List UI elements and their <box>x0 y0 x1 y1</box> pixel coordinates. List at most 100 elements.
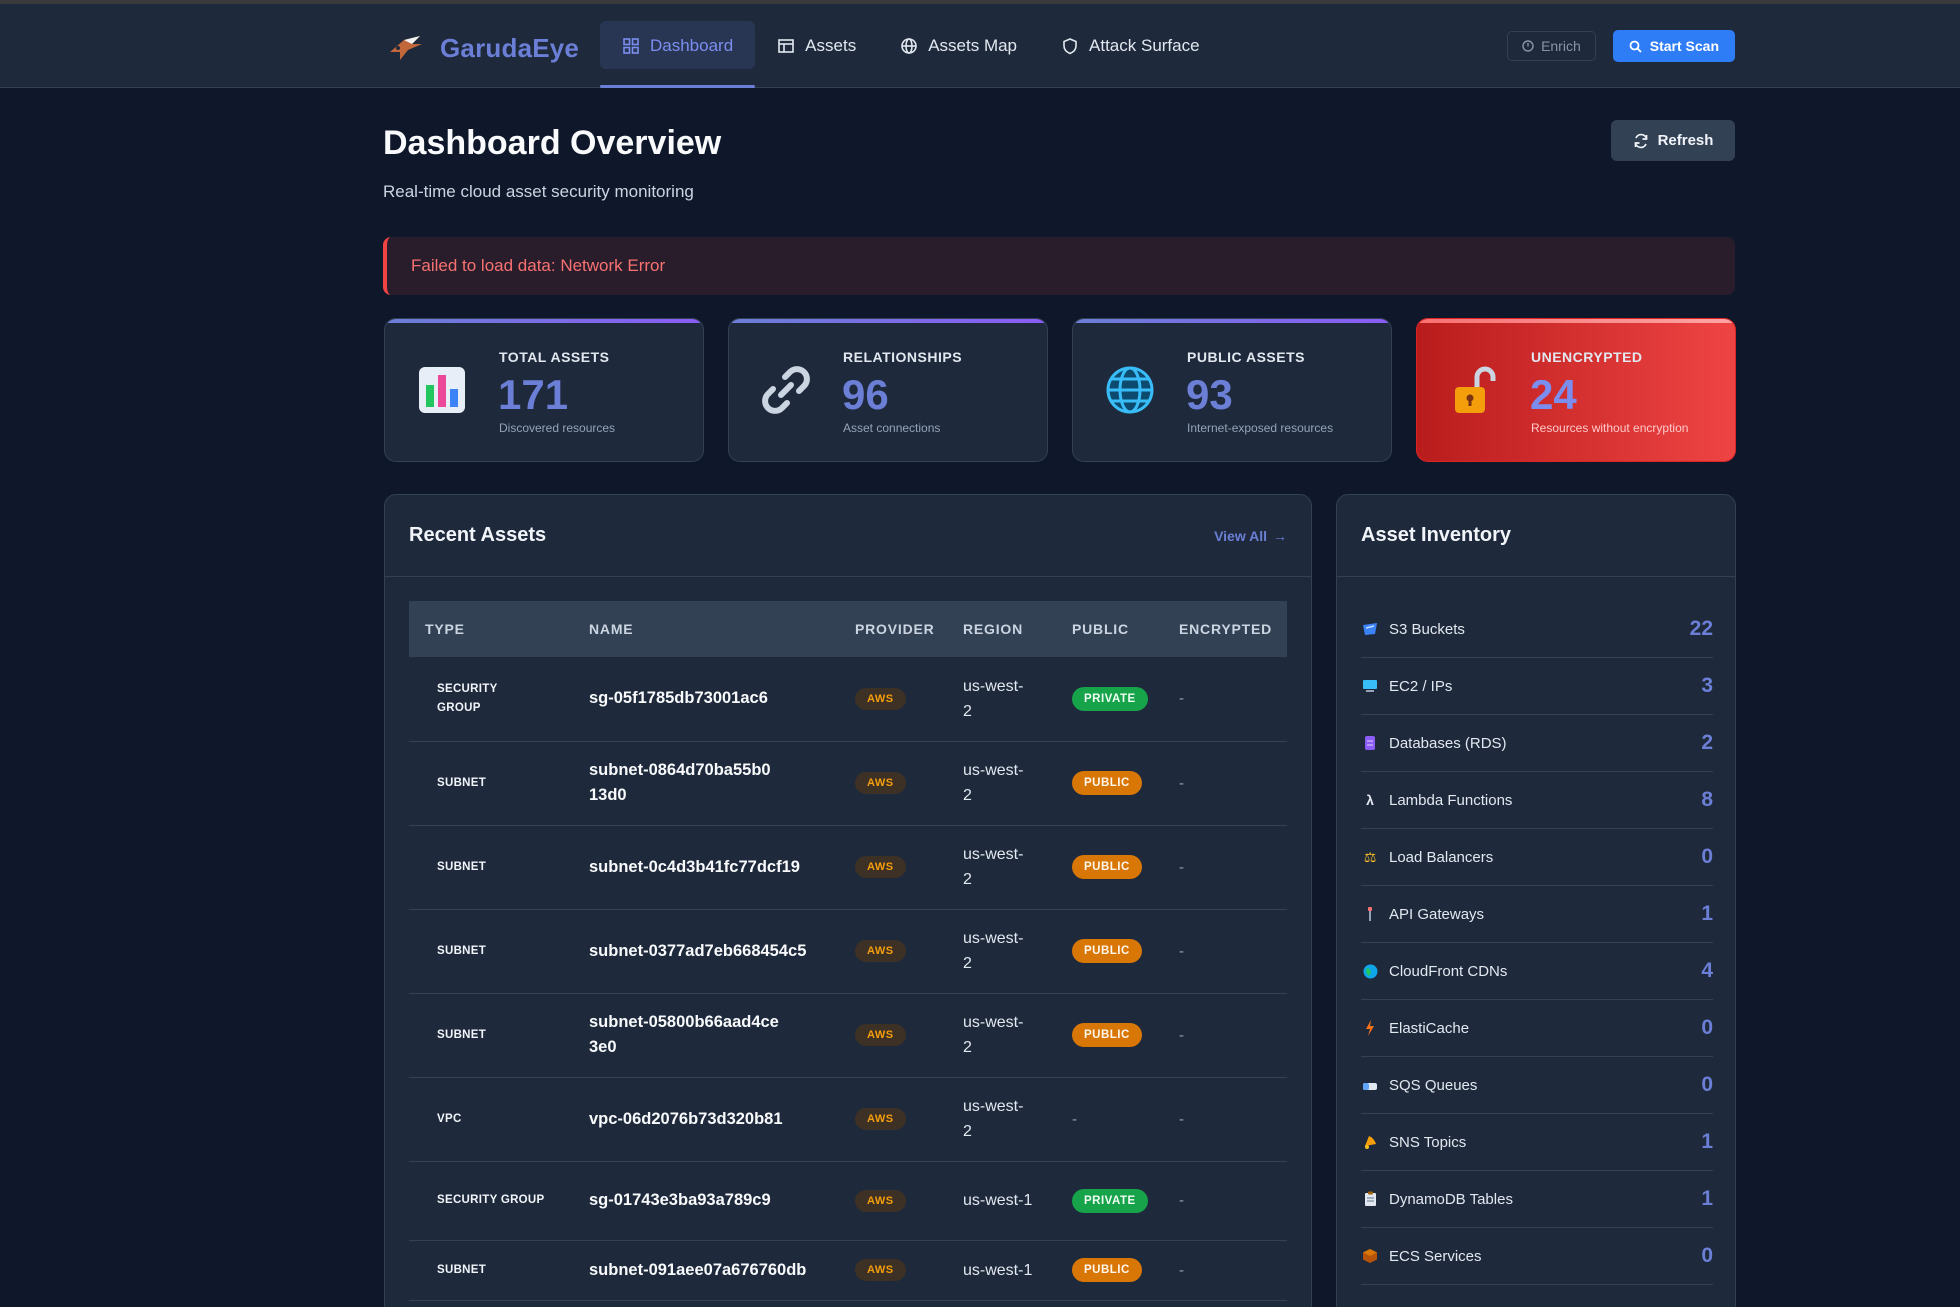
cell-public: PUBLIC <box>1056 825 1163 910</box>
visibility-badge: PUBLIC <box>1072 855 1142 879</box>
inventory-item-cloudfront[interactable]: CloudFront CDNs 4 <box>1361 943 1713 1000</box>
nav-tab-assets[interactable]: Assets <box>755 4 878 88</box>
page-title: Dashboard Overview <box>383 124 722 162</box>
provider-badge: AWS <box>855 1259 906 1281</box>
column-header-type[interactable]: TYPE <box>409 601 573 657</box>
cell-type: SECURITY GROUP <box>409 1161 573 1241</box>
cell-region: us-west-2 <box>947 741 1056 826</box>
cell-public: PUBLIC <box>1056 741 1163 826</box>
inventory-label: Lambda Functions <box>1389 791 1513 809</box>
nav-tab-dashboard[interactable]: Dashboard <box>600 4 756 88</box>
inventory-item-databases[interactable]: Databases (RDS) 2 <box>1361 715 1713 772</box>
cell-public: PUBLIC <box>1056 1240 1163 1301</box>
recent-assets-panel: Recent Assets View All → TYPE NAME PROVI… <box>384 494 1312 1307</box>
start-scan-button[interactable]: Start Scan <box>1612 30 1735 62</box>
nav-tab-assets-map[interactable]: Assets Map <box>878 4 1039 88</box>
nav-tab-label: Attack Surface <box>1089 36 1200 55</box>
refresh-button[interactable]: Refresh <box>1611 120 1735 161</box>
table-row[interactable]: SECURITY GROUP sg-05f1785db73001ac6 AWS … <box>409 657 1287 742</box>
search-icon <box>1629 40 1642 53</box>
inventory-label: API Gateways <box>1389 905 1485 923</box>
provider-badge: AWS <box>855 772 906 794</box>
view-all-link[interactable]: View All → <box>1214 528 1287 544</box>
stat-card-public-assets: PUBLIC ASSETS 93 Internet-exposed resour… <box>1072 318 1392 462</box>
lambda-icon: λ <box>1366 792 1374 808</box>
inventory-item-ec2[interactable]: EC2 / IPs 3 <box>1361 658 1713 715</box>
stat-card-unencrypted: UNENCRYPTED 24 Resources without encrypt… <box>1416 318 1736 462</box>
recent-assets-table: TYPE NAME PROVIDER REGION PUBLIC ENCRYPT… <box>409 601 1287 1301</box>
stat-label: TOTAL ASSETS <box>499 349 610 365</box>
bell-icon <box>1361 1133 1379 1151</box>
column-header-name[interactable]: NAME <box>573 601 839 657</box>
table-row[interactable]: SUBNET subnet-0377ad7eb668454c5 AWS us-w… <box>409 909 1287 994</box>
stat-value: 171 <box>498 371 569 418</box>
table-row[interactable]: SUBNET subnet-091aee07a676760db AWS us-w… <box>409 1240 1287 1301</box>
cell-encrypted: - <box>1163 909 1287 994</box>
navbar-actions: Enrich Start Scan <box>1507 30 1735 62</box>
cell-name: subnet-0864d70ba55b013d0 <box>573 741 839 826</box>
enrich-button[interactable]: Enrich <box>1507 31 1596 61</box>
inventory-count: 4 <box>1701 959 1713 982</box>
cell-encrypted: - <box>1163 1161 1287 1241</box>
inventory-item-ecs[interactable]: ECS Services 0 <box>1361 1228 1713 1285</box>
stat-value: 24 <box>1530 371 1577 418</box>
globe-icon <box>901 38 918 54</box>
inventory-label: Load Balancers <box>1389 848 1494 866</box>
table-row[interactable]: SUBNET subnet-05800b66aad4ce3e0 AWS us-w… <box>409 993 1287 1078</box>
inventory-item-elasticache[interactable]: ElastiCache 0 <box>1361 1000 1713 1057</box>
inventory-label: Databases (RDS) <box>1389 734 1507 752</box>
column-header-public[interactable]: PUBLIC <box>1056 601 1163 657</box>
cell-region: us-west-2 <box>947 825 1056 910</box>
table-row[interactable]: SUBNET subnet-0c4d3b41fc77dcf19 AWS us-w… <box>409 825 1287 910</box>
panel-title: Recent Assets <box>409 524 547 546</box>
table-row[interactable]: VPC vpc-06d2076b73d320b81 AWS us-west-2 … <box>409 1077 1287 1162</box>
column-header-region[interactable]: REGION <box>947 601 1056 657</box>
panel-header: Recent Assets View All → <box>385 495 1311 577</box>
cell-type: SECURITY GROUP <box>409 657 573 742</box>
inventory-item-s3-buckets[interactable]: S3 Buckets 22 <box>1361 601 1713 658</box>
inventory-item-sqs[interactable]: SQS Queues 0 <box>1361 1057 1713 1114</box>
bar-chart-icon <box>419 367 465 413</box>
cell-name: sg-01743e3ba93a789c9 <box>573 1161 839 1241</box>
stat-description: Internet-exposed resources <box>1187 421 1334 435</box>
stat-card-relationships: RELATIONSHIPS 96 Asset connections <box>728 318 1048 462</box>
nav-tab-label: Assets <box>805 36 857 55</box>
inventory-label: S3 Buckets <box>1389 620 1465 638</box>
cell-region: us-west-2 <box>947 657 1056 742</box>
mailbox-icon <box>1361 1076 1379 1094</box>
inventory-label: SQS Queues <box>1389 1076 1478 1094</box>
inventory-item-dynamodb[interactable]: DynamoDB Tables 1 <box>1361 1171 1713 1228</box>
inventory-item-sns[interactable]: SNS Topics 1 <box>1361 1114 1713 1171</box>
inventory-item-api-gateways[interactable]: API Gateways 1 <box>1361 886 1713 943</box>
column-header-encrypted[interactable]: ENCRYPTED <box>1163 601 1287 657</box>
inventory-count: 2 <box>1701 731 1713 754</box>
inventory-count: 0 <box>1701 845 1713 868</box>
stat-card-total-assets: TOTAL ASSETS 171 Discovered resources <box>384 318 704 462</box>
inventory-count: 3 <box>1701 674 1713 697</box>
inventory-item-lambda[interactable]: λ Lambda Functions 8 <box>1361 772 1713 829</box>
stat-label: UNENCRYPTED <box>1531 349 1643 365</box>
cell-region: us-west-2 <box>947 909 1056 994</box>
cell-type: SUBNET <box>409 993 573 1078</box>
brand[interactable]: GarudaEye <box>386 30 579 66</box>
inventory-list: S3 Buckets 22 EC2 / IPs 3 Databases (RDS… <box>1361 601 1713 1285</box>
garuda-logo-icon <box>390 36 422 60</box>
nav-tab-attack-surface[interactable]: Attack Surface <box>1039 4 1222 88</box>
table-row[interactable]: SECURITY GROUP sg-01743e3ba93a789c9 AWS … <box>409 1161 1287 1241</box>
inventory-item-load-balancers[interactable]: ⚖ Load Balancers 0 <box>1361 829 1713 886</box>
provider-badge: AWS <box>855 856 906 878</box>
cell-name: vpc-06d2076b73d320b81 <box>573 1077 839 1162</box>
column-header-provider[interactable]: PROVIDER <box>839 601 947 657</box>
provider-badge: AWS <box>855 1189 906 1212</box>
inventory-label: ElastiCache <box>1389 1019 1470 1037</box>
refresh-icon <box>1634 133 1647 148</box>
gateway-icon <box>1361 905 1379 923</box>
shield-icon <box>1063 38 1077 55</box>
inventory-count: 1 <box>1701 1187 1713 1210</box>
table-header-row: TYPE NAME PROVIDER REGION PUBLIC ENCRYPT… <box>409 601 1287 657</box>
cell-name: subnet-0c4d3b41fc77dcf19 <box>573 825 839 910</box>
inventory-label: CloudFront CDNs <box>1389 962 1508 980</box>
cell-name: subnet-0377ad7eb668454c5 <box>573 909 839 994</box>
cell-type: SUBNET <box>409 825 573 910</box>
table-row[interactable]: SUBNET subnet-0864d70ba55b013d0 AWS us-w… <box>409 741 1287 826</box>
